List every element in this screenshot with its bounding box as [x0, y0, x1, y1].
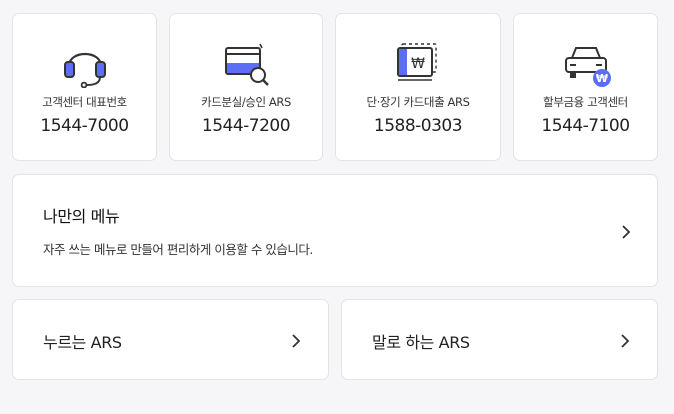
- press-ars-card[interactable]: 누르는 ARS: [12, 299, 329, 380]
- press-ars-label: 누르는 ARS: [43, 333, 122, 352]
- my-menu-card[interactable]: 나만의 메뉴 자주 쓰는 메뉴로 만들어 편리하게 이용할 수 있습니다.: [12, 174, 658, 287]
- chevron-right-icon: [292, 334, 301, 348]
- contact-phone[interactable]: 1544-7100: [514, 116, 657, 136]
- card-search-icon: [225, 43, 269, 86]
- voice-ars-label: 말로 하는 ARS: [372, 333, 470, 352]
- chevron-right-icon: [622, 225, 631, 239]
- contact-label: 단·장기 카드대출 ARS: [366, 95, 470, 109]
- contact-card-installment[interactable]: ₩ 할부금융 고객센터 1544-7100: [513, 13, 658, 161]
- headset-icon: [63, 52, 106, 88]
- contact-phone[interactable]: 1544-7200: [170, 116, 322, 136]
- contact-label: 고객센터 대표번호: [42, 95, 127, 109]
- my-menu-description: 자주 쓰는 메뉴로 만들어 편리하게 이용할 수 있습니다.: [43, 242, 313, 257]
- svg-text:₩: ₩: [411, 56, 425, 72]
- contact-card-card-loss[interactable]: 카드분실/승인 ARS 1544-7200: [169, 13, 323, 161]
- contact-phone[interactable]: 1588-0303: [336, 116, 500, 136]
- contact-label: 할부금융 고객센터: [543, 95, 628, 109]
- my-menu-title: 나만의 메뉴: [43, 207, 120, 226]
- contact-phone[interactable]: 1544-7000: [13, 116, 156, 136]
- contact-card-customer-center[interactable]: 고객센터 대표번호 1544-7000: [12, 13, 157, 161]
- svg-text:₩: ₩: [595, 72, 607, 85]
- car-finance-icon: ₩: [564, 47, 611, 87]
- contact-card-card-loan[interactable]: ₩ 단·장기 카드대출 ARS 1588-0303: [335, 13, 501, 161]
- contact-label: 카드분실/승인 ARS: [201, 95, 291, 109]
- voice-ars-card[interactable]: 말로 하는 ARS: [341, 299, 658, 380]
- chevron-right-icon: [621, 334, 630, 348]
- card-loan-icon: ₩: [397, 43, 437, 81]
